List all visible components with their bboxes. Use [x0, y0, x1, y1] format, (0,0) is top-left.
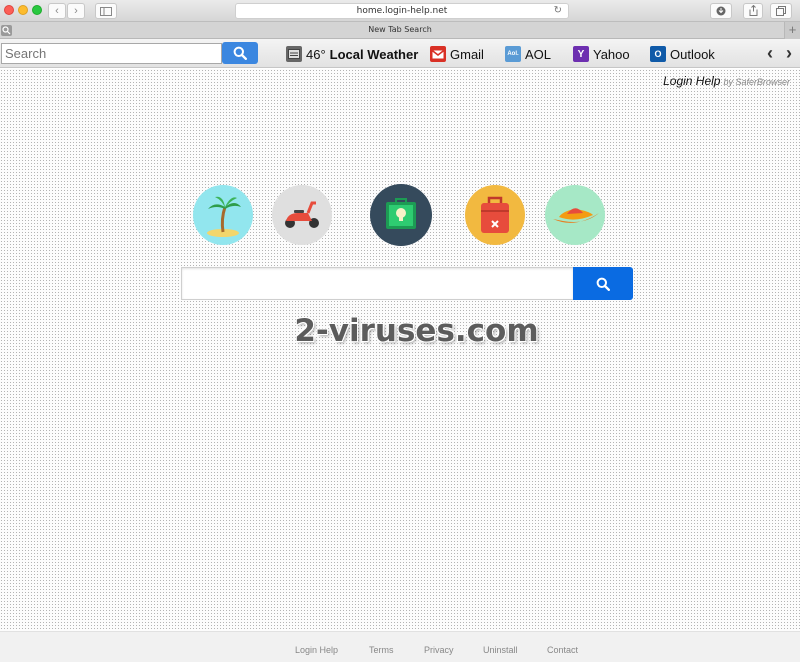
main-search-input[interactable]	[181, 267, 574, 300]
weather-label: Local Weather	[329, 46, 419, 62]
category-business-button[interactable]	[370, 184, 432, 246]
gmail-label: Gmail	[450, 46, 484, 62]
weather-temp: 46°	[306, 46, 326, 62]
close-window-button[interactable]	[4, 5, 14, 15]
toolbar-scroll-left-button[interactable]: ‹	[767, 43, 773, 64]
toolbar-search-button[interactable]	[222, 42, 258, 64]
search-icon	[233, 46, 247, 60]
toolbar-scroll-right-button[interactable]: ›	[786, 43, 792, 64]
business-idea-icon	[386, 198, 416, 229]
download-icon	[716, 6, 726, 16]
reload-icon[interactable]: ↻	[554, 4, 562, 18]
forward-button[interactable]: ›	[67, 3, 85, 19]
category-mexico-button[interactable]	[545, 185, 605, 245]
footer-link-privacy[interactable]: Privacy	[424, 645, 483, 655]
minimize-window-button[interactable]	[18, 5, 28, 15]
yahoo-label: Yahoo	[593, 46, 630, 62]
toolbar-search-input[interactable]	[1, 43, 222, 64]
tabs-overview-button[interactable]	[770, 3, 792, 19]
fullscreen-window-button[interactable]	[32, 5, 42, 15]
tab-new-tab-search[interactable]: New Tab Search	[0, 25, 800, 34]
main-search-button[interactable]	[573, 267, 633, 300]
luggage-icon	[481, 196, 509, 233]
outlook-label: Outlook	[670, 46, 715, 62]
address-bar[interactable]: home.login-help.net ↻	[235, 3, 569, 19]
category-beach-button[interactable]	[193, 185, 253, 245]
url-text: home.login-help.net	[356, 6, 448, 16]
share-icon	[749, 4, 757, 16]
extension-toolbar: 46° Local Weather Gmail Aol. AOL Y Yahoo…	[0, 39, 800, 68]
category-travel-button[interactable]	[465, 185, 525, 245]
footer-link-login-help[interactable]: Login Help	[295, 645, 369, 655]
palm-beach-icon	[207, 196, 241, 237]
downloads-button[interactable]	[710, 3, 732, 19]
aol-icon: Aol.	[505, 46, 521, 62]
new-tab-button[interactable]: +	[784, 22, 800, 39]
sidebar-icon	[100, 7, 112, 16]
sombrero-icon	[553, 208, 599, 223]
site-watermark: 2-viruses.com	[294, 313, 539, 349]
brand-logo[interactable]: Login Help by SaferBrowser	[663, 74, 790, 88]
aol-label: AOL	[525, 46, 552, 62]
footer-link-terms[interactable]: Terms	[369, 645, 424, 655]
local-weather-link[interactable]: 46° Local Weather	[286, 45, 418, 63]
brand-byline: by SaferBrowser	[723, 77, 790, 87]
tabs-icon	[776, 6, 786, 16]
page-footer: Login Help Terms Privacy Uninstall Conta…	[0, 631, 800, 662]
footer-link-contact[interactable]: Contact	[547, 645, 578, 655]
yahoo-icon: Y	[573, 46, 589, 62]
gmail-link[interactable]: Gmail	[430, 45, 484, 63]
back-button[interactable]: ‹	[48, 3, 66, 19]
tab-bar: New Tab Search +	[0, 22, 800, 39]
aol-link[interactable]: Aol. AOL	[505, 45, 551, 63]
gmail-icon	[430, 46, 446, 62]
sidebar-button[interactable]	[95, 3, 117, 19]
outlook-link[interactable]: O Outlook	[650, 45, 715, 63]
footer-link-uninstall[interactable]: Uninstall	[483, 645, 547, 655]
page-content: Login Help by SaferBrowser 2-viruses.com…	[0, 69, 800, 662]
scooter-icon	[285, 201, 319, 228]
weather-icon	[286, 46, 302, 62]
yahoo-link[interactable]: Y Yahoo	[573, 45, 630, 63]
search-icon	[596, 277, 610, 291]
outlook-icon: O	[650, 46, 666, 62]
share-button[interactable]	[743, 3, 763, 19]
browser-titlebar: ‹ › home.login-help.net ↻	[0, 0, 800, 22]
brand-name: Login Help	[663, 74, 721, 88]
category-scooter-button[interactable]	[272, 185, 332, 245]
